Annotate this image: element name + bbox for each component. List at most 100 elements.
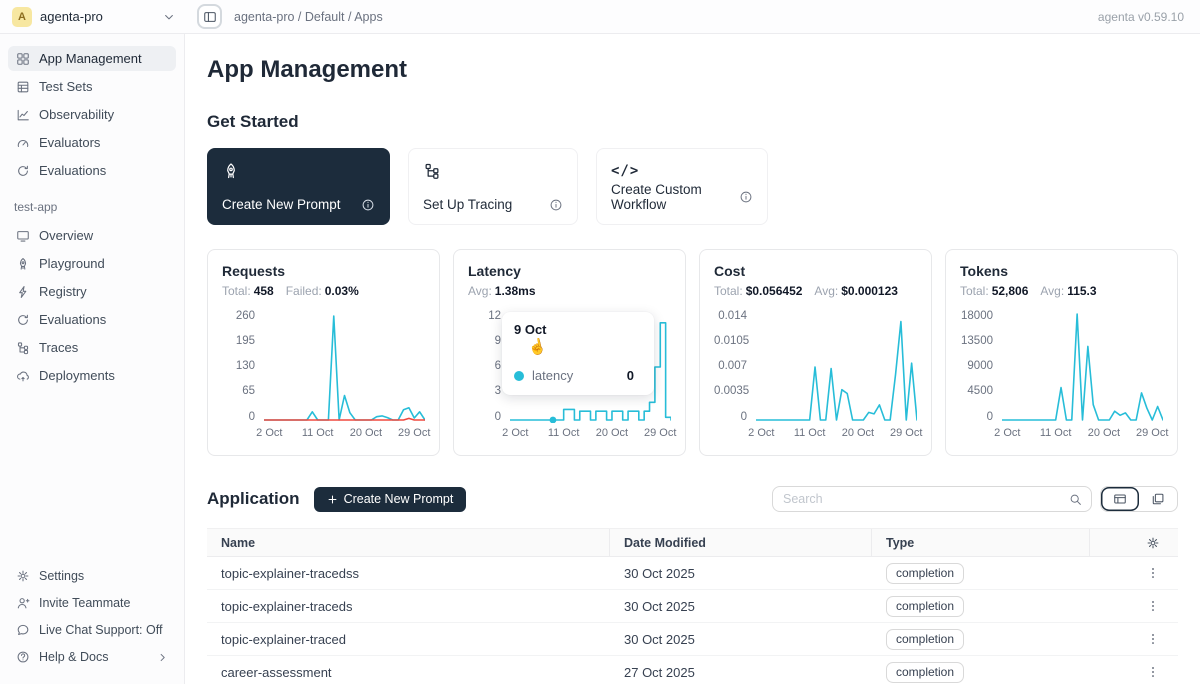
app-name: topic-explainer-traced	[207, 632, 610, 647]
card-view-button[interactable]	[1139, 487, 1177, 511]
search-input[interactable]	[783, 492, 1069, 506]
info-icon[interactable]	[739, 190, 753, 204]
sidebar-item-registry[interactable]: Registry	[8, 279, 176, 304]
dots-vertical-icon	[1146, 599, 1160, 613]
sidebar-item-live-chat-support-off[interactable]: Live Chat Support: Off	[8, 618, 176, 642]
row-menu-button[interactable]	[1146, 632, 1160, 646]
search-icon[interactable]	[1069, 493, 1082, 506]
sidebar-item-label: Help & Docs	[39, 650, 108, 664]
sidebar-item-evaluations[interactable]: Evaluations	[8, 307, 176, 332]
chart-plot	[756, 311, 917, 423]
hovered-point-marker	[550, 417, 557, 423]
column-header-name: Name	[207, 529, 610, 556]
get-started-card-set-up-tracing[interactable]: Set Up Tracing	[408, 148, 578, 225]
sidebar-item-evaluations[interactable]: Evaluations	[8, 158, 176, 183]
info-icon[interactable]	[361, 198, 375, 212]
gear-icon	[1146, 536, 1160, 550]
card-label: Create Custom Workflow	[611, 182, 739, 212]
sidebar-item-label: Evaluators	[39, 135, 100, 150]
chart-plot	[1002, 311, 1163, 423]
chat-icon	[16, 623, 30, 637]
table-row-topic-explainer-traceds[interactable]: topic-explainer-traceds30 Oct 2025comple…	[207, 590, 1178, 623]
chevron-down-icon	[163, 11, 175, 23]
sidebar-item-deployments[interactable]: Deployments	[8, 363, 176, 388]
sidebar-item-help-docs[interactable]: Help & Docs	[8, 645, 176, 669]
chart-title: Tokens	[960, 263, 1163, 279]
chevron-down-icon	[163, 11, 175, 23]
chart-card-latency: LatencyAvg:1.38ms1296302 Oct11 Oct20 Oct…	[453, 249, 686, 456]
workspace-selector[interactable]: A agenta-pro	[0, 7, 185, 27]
chart-stats: Avg:1.38ms	[468, 284, 671, 298]
dots-vertical-icon	[1146, 566, 1160, 580]
sidebar-item-label: Evaluations	[39, 312, 106, 327]
table-settings-button[interactable]	[1090, 529, 1178, 556]
info-icon	[361, 198, 375, 212]
sidebar-item-observability[interactable]: Observability	[8, 102, 176, 127]
top-bar: A agenta-pro agenta-pro / Default / Apps…	[0, 0, 1200, 34]
workspace-avatar: A	[12, 7, 32, 27]
row-menu-button[interactable]	[1146, 599, 1160, 613]
sidebar-item-overview[interactable]: Overview	[8, 223, 176, 248]
y-axis-ticks: 1800013500900045000	[960, 311, 1002, 423]
sidebar-item-evaluators[interactable]: Evaluators	[8, 130, 176, 155]
sidebar-item-label: Deployments	[39, 368, 115, 383]
sidebar-item-label: Overview	[39, 228, 93, 243]
application-header: Application Create New Prompt	[207, 486, 1178, 512]
chart-stats: Total:458Failed:0.03%	[222, 284, 425, 298]
card-label: Set Up Tracing	[423, 197, 512, 212]
table-header: Name Date Modified Type	[207, 528, 1178, 557]
sidebar-item-test-sets[interactable]: Test Sets	[8, 74, 176, 99]
app-name: topic-explainer-tracedss	[207, 566, 610, 581]
sidebar-item-label: Traces	[39, 340, 78, 355]
chart-plot	[264, 311, 425, 423]
layout-sidebar-icon	[203, 10, 217, 24]
column-header-date-modified: Date Modified	[610, 529, 872, 556]
dots-vertical-icon	[1146, 665, 1160, 679]
code-icon: </>	[611, 163, 639, 179]
sidebar-item-playground[interactable]: Playground	[8, 251, 176, 276]
tooltip-series-label: latency	[532, 368, 573, 383]
sidebar-item-label: Registry	[39, 284, 87, 299]
sidebar-item-app-management[interactable]: App Management	[8, 46, 176, 71]
sidebar-item-traces[interactable]: Traces	[8, 335, 176, 360]
sidebar-item-invite-teammate[interactable]: Invite Teammate	[8, 591, 176, 615]
table-row-topic-explainer-tracedss[interactable]: topic-explainer-tracedss30 Oct 2025compl…	[207, 557, 1178, 590]
view-toggle	[1100, 486, 1178, 512]
app-name: topic-explainer-traceds	[207, 599, 610, 614]
sidebar-collapse-button[interactable]	[197, 4, 222, 29]
y-axis-ticks: 260195130650	[222, 311, 264, 423]
grid-icon	[16, 52, 30, 66]
hand-cursor-icon: ☝	[526, 336, 548, 357]
tooltip-value: 0	[627, 368, 642, 383]
chevron-right-icon	[157, 652, 168, 663]
type-badge: completion	[886, 596, 964, 617]
date-modified: 30 Oct 2025	[610, 566, 872, 581]
get-started-card-create-new-prompt[interactable]: Create New Prompt	[207, 148, 390, 225]
chart-stats: Total:52,806Avg:115.3	[960, 284, 1163, 298]
chart-title: Latency	[468, 263, 671, 279]
table-row-career-assessment[interactable]: career-assessment27 Oct 2025completion	[207, 656, 1178, 684]
refresh-icon	[16, 164, 30, 178]
gauge-icon	[16, 136, 30, 150]
get-started-card-create-custom-workflow[interactable]: </> Create Custom Workflow	[596, 148, 768, 225]
row-menu-button[interactable]	[1146, 566, 1160, 580]
date-modified: 27 Oct 2025	[610, 665, 872, 680]
chart-stats: Total:$0.056452Avg:$0.000123	[714, 284, 917, 298]
series-dot	[514, 371, 524, 381]
sidebar-item-settings[interactable]: Settings	[8, 564, 176, 588]
sidebar-item-label: Observability	[39, 107, 114, 122]
row-menu-button[interactable]	[1146, 665, 1160, 679]
x-axis-ticks: 2 Oct11 Oct20 Oct29 Oct	[1002, 427, 1163, 441]
app-name: career-assessment	[207, 665, 610, 680]
sidebar: App Management Test Sets Observability Eval…	[0, 34, 185, 684]
table-view-button[interactable]	[1101, 487, 1139, 511]
table-row-topic-explainer-traced[interactable]: topic-explainer-traced30 Oct 2025complet…	[207, 623, 1178, 656]
help-icon	[16, 650, 30, 664]
create-new-prompt-button[interactable]: Create New Prompt	[314, 487, 467, 512]
sidebar-item-label: Evaluations	[39, 163, 106, 178]
info-icon[interactable]	[549, 198, 563, 212]
sidebar-item-label: Settings	[39, 569, 84, 583]
search-box	[772, 486, 1092, 512]
table-icon	[16, 80, 30, 94]
monitor-icon	[16, 229, 30, 243]
